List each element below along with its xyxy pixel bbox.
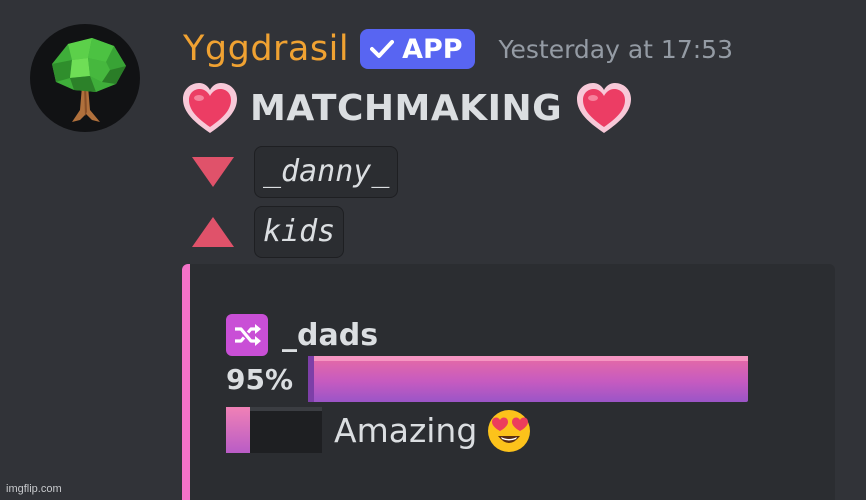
author-name[interactable]: Yggdrasil	[183, 31, 349, 67]
app-badge-label: APP	[402, 33, 463, 65]
heart-icon	[577, 83, 632, 133]
heart-icon	[183, 83, 237, 133]
rating-row: Amazing	[226, 406, 533, 454]
tree-icon	[52, 38, 126, 122]
rating-text: Amazing	[334, 410, 478, 450]
message-header: Yggdrasil APP Yesterday at 17:53	[183, 26, 733, 72]
rating-bar-fill	[226, 407, 250, 453]
shuffle-icon	[226, 314, 268, 356]
triangle-up-icon	[192, 217, 234, 247]
percent-label: 95%	[226, 362, 294, 396]
triangle-down-icon	[192, 157, 234, 187]
embed-accent-bar	[182, 264, 190, 500]
lower-user-row: _danny_	[190, 146, 399, 198]
rating-bar	[226, 407, 322, 453]
embed-title-row: _dads	[226, 314, 378, 356]
avatar[interactable]	[30, 24, 140, 132]
imgflip-watermark: imgflip.com	[6, 483, 62, 495]
checkmark-icon	[370, 40, 395, 58]
app-badge: APP	[360, 29, 475, 69]
message-title-row: MATCHMAKING	[180, 80, 634, 136]
upper-user-row: kids	[190, 206, 345, 258]
percent-row: 95%	[226, 356, 748, 402]
lower-user-name: _danny_	[254, 146, 399, 198]
percent-bar-fill	[308, 356, 748, 402]
percent-bar	[308, 356, 748, 402]
message-title: MATCHMAKING	[250, 87, 563, 129]
ship-name: _dads	[282, 317, 379, 353]
match-embed: _dads 95% Amazing	[182, 264, 835, 500]
message-timestamp[interactable]: Yesterday at 17:53	[499, 35, 733, 64]
upper-user-name: kids	[254, 206, 345, 258]
heart-eyes-emoji	[488, 410, 531, 452]
rating-bar-empty	[250, 407, 322, 453]
